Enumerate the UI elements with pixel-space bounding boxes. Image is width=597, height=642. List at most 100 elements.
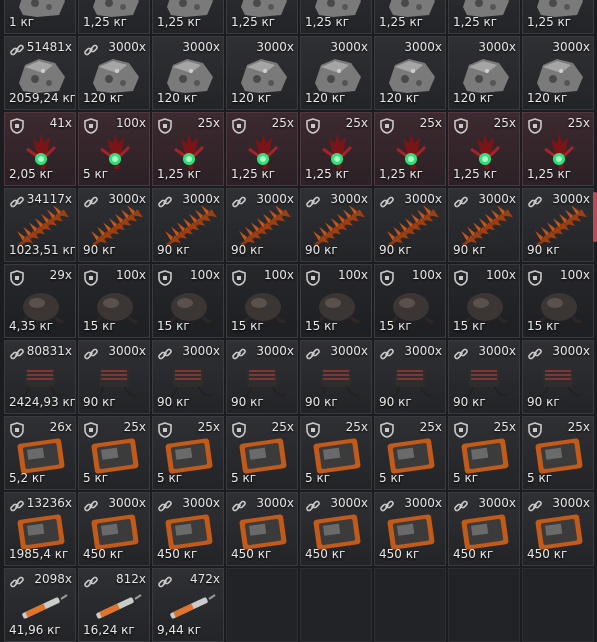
- stack-count: 25x: [123, 420, 146, 434]
- inventory-slot[interactable]: 25x 5 кг: [522, 416, 594, 490]
- inventory-grid: 1 кг 1,25 кг 1,25 кг 1,25 кг 1,25 кг 1,25 кг 1…: [0, 0, 597, 642]
- inventory-slot[interactable]: 25x 1,25 кг: [448, 112, 520, 186]
- inventory-slot[interactable]: 25x 5 кг: [448, 416, 520, 490]
- shield-icon: [84, 422, 98, 438]
- inventory-slot[interactable]: 3000x 120 кг: [522, 36, 594, 110]
- inventory-slot[interactable]: 812x 16,24 кг: [78, 568, 150, 642]
- inventory-slot[interactable]: 472x 9,44 кг: [152, 568, 224, 642]
- stack-count: 3000x: [478, 192, 516, 206]
- inventory-slot[interactable]: 100x 15 кг: [300, 264, 372, 338]
- inventory-slot[interactable]: 1,25 кг: [300, 0, 372, 34]
- inventory-slot[interactable]: 1,25 кг: [226, 0, 298, 34]
- inventory-slot[interactable]: 1,25 кг: [78, 0, 150, 34]
- item-weight: 2059,24 кг: [9, 91, 76, 105]
- inventory-slot[interactable]: 100x 5 кг: [78, 112, 150, 186]
- shield-icon: [232, 270, 246, 286]
- inventory-slot[interactable]: 25x 5 кг: [226, 416, 298, 490]
- inventory-slot[interactable]: 3000x 90 кг: [226, 188, 298, 262]
- empty-slot[interactable]: [226, 568, 298, 642]
- inventory-slot[interactable]: 25x 5 кг: [152, 416, 224, 490]
- empty-slot[interactable]: [300, 568, 372, 642]
- shield-icon: [306, 270, 320, 286]
- inventory-slot[interactable]: 3000x 450 кг: [152, 492, 224, 566]
- inventory-slot[interactable]: 3000x 90 кг: [522, 340, 594, 414]
- inventory-slot[interactable]: 3000x 90 кг: [300, 340, 372, 414]
- inventory-slot[interactable]: 3000x 90 кг: [448, 188, 520, 262]
- scrollbar-thumb[interactable]: [593, 192, 597, 242]
- inventory-slot[interactable]: 3000x 90 кг: [152, 340, 224, 414]
- inventory-slot[interactable]: 3000x 90 кг: [152, 188, 224, 262]
- inventory-slot[interactable]: 3000x 90 кг: [78, 340, 150, 414]
- stack-count: 3000x: [256, 344, 294, 358]
- inventory-slot[interactable]: 25x 5 кг: [300, 416, 372, 490]
- inventory-slot[interactable]: 25x 1,25 кг: [152, 112, 224, 186]
- inventory-slot[interactable]: 3000x 450 кг: [300, 492, 372, 566]
- item-weight: 120 кг: [305, 91, 346, 105]
- shield-icon: [158, 270, 172, 286]
- item-weight: 450 кг: [83, 547, 124, 561]
- item-weight: 450 кг: [305, 547, 346, 561]
- inventory-slot[interactable]: 3000x 450 кг: [78, 492, 150, 566]
- inventory-slot[interactable]: 3000x 450 кг: [448, 492, 520, 566]
- inventory-slot[interactable]: 3000x 120 кг: [78, 36, 150, 110]
- inventory-slot[interactable]: 3000x 120 кг: [152, 36, 224, 110]
- inventory-slot[interactable]: 100x 15 кг: [522, 264, 594, 338]
- inventory-slot[interactable]: 1,25 кг: [374, 0, 446, 34]
- stack-count: 41x: [49, 116, 72, 130]
- item-weight: 1,25 кг: [305, 167, 350, 181]
- inventory-slot[interactable]: 100x 15 кг: [448, 264, 520, 338]
- inventory-slot[interactable]: 3000x 90 кг: [522, 188, 594, 262]
- inventory-slot[interactable]: 2098x 41,96 кг: [4, 568, 76, 642]
- inventory-slot[interactable]: 1,25 кг: [152, 0, 224, 34]
- item-weight: 2,05 кг: [9, 167, 54, 181]
- item-weight: 90 кг: [527, 243, 560, 257]
- inventory-slot[interactable]: 3000x 90 кг: [374, 188, 446, 262]
- stack-count: 3000x: [108, 40, 146, 54]
- inventory-slot[interactable]: 3000x 90 кг: [448, 340, 520, 414]
- inventory-slot[interactable]: 51481x 2059,24 кг: [4, 36, 76, 110]
- inventory-slot[interactable]: 29x 4,35 кг: [4, 264, 76, 338]
- inventory-slot[interactable]: 100x 15 кг: [152, 264, 224, 338]
- empty-slot[interactable]: [374, 568, 446, 642]
- item-weight: 1,25 кг: [453, 167, 498, 181]
- inventory-slot[interactable]: 3000x 450 кг: [374, 492, 446, 566]
- inventory-slot[interactable]: 3000x 90 кг: [300, 188, 372, 262]
- item-weight: 5 кг: [231, 471, 257, 485]
- inventory-slot[interactable]: 100x 15 кг: [78, 264, 150, 338]
- inventory-slot[interactable]: 3000x 120 кг: [448, 36, 520, 110]
- inventory-slot[interactable]: 3000x 120 кг: [226, 36, 298, 110]
- inventory-slot[interactable]: 1 кг: [4, 0, 76, 34]
- inventory-slot[interactable]: 13236x 1985,4 кг: [4, 492, 76, 566]
- inventory-slot[interactable]: 3000x 450 кг: [522, 492, 594, 566]
- item-weight: 90 кг: [379, 395, 412, 409]
- inventory-slot[interactable]: 3000x 450 кг: [226, 492, 298, 566]
- inventory-slot[interactable]: 3000x 90 кг: [374, 340, 446, 414]
- item-weight: 1023,51 кг: [9, 243, 76, 257]
- inventory-slot[interactable]: 3000x 120 кг: [300, 36, 372, 110]
- inventory-slot[interactable]: 3000x 120 кг: [374, 36, 446, 110]
- inventory-slot[interactable]: 25x 1,25 кг: [522, 112, 594, 186]
- inventory-slot[interactable]: 25x 1,25 кг: [300, 112, 372, 186]
- inventory-slot[interactable]: 3000x 90 кг: [78, 188, 150, 262]
- empty-slot[interactable]: [448, 568, 520, 642]
- inventory-slot[interactable]: 34117x 1023,51 кг: [4, 188, 76, 262]
- stack-count: 51481x: [26, 40, 72, 54]
- inventory-slot[interactable]: 1,25 кг: [448, 0, 520, 34]
- inventory-slot[interactable]: 100x 15 кг: [226, 264, 298, 338]
- inventory-slot[interactable]: 100x 15 кг: [374, 264, 446, 338]
- inventory-slot[interactable]: 41x 2,05 кг: [4, 112, 76, 186]
- item-weight: 15 кг: [379, 319, 412, 333]
- inventory-slot[interactable]: 25x 5 кг: [374, 416, 446, 490]
- inventory-slot[interactable]: 26x 5,2 кг: [4, 416, 76, 490]
- inventory-slot[interactable]: 25x 1,25 кг: [226, 112, 298, 186]
- inventory-slot[interactable]: 1,25 кг: [522, 0, 594, 34]
- empty-slot[interactable]: [522, 568, 594, 642]
- item-weight: 1,25 кг: [379, 15, 424, 29]
- link-icon: [84, 500, 98, 512]
- inventory-slot[interactable]: 80831x 2424,93 кг: [4, 340, 76, 414]
- inventory-slot[interactable]: 25x 1,25 кг: [374, 112, 446, 186]
- inventory-slot[interactable]: 3000x 90 кг: [226, 340, 298, 414]
- link-icon: [158, 500, 172, 512]
- inventory-slot[interactable]: 25x 5 кг: [78, 416, 150, 490]
- item-weight: 5 кг: [453, 471, 479, 485]
